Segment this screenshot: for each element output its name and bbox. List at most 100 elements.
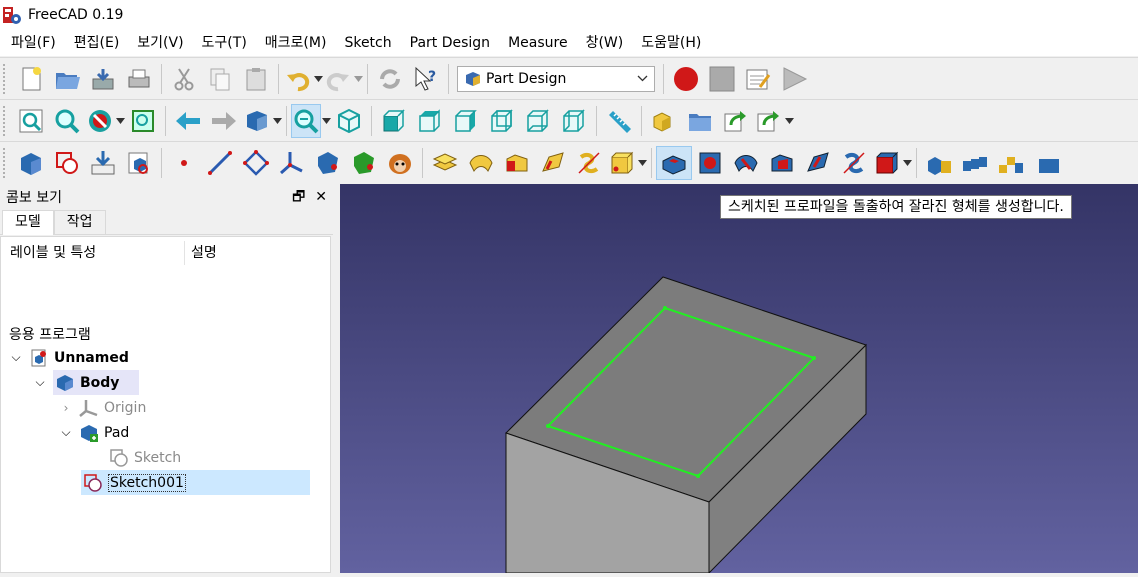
additive-primitive-dropdown[interactable] (637, 146, 647, 180)
open-button[interactable] (49, 62, 85, 96)
pad-button[interactable] (427, 146, 463, 180)
revolution-button[interactable] (463, 146, 499, 180)
chevron-down-icon[interactable]: ⌵ (9, 350, 23, 365)
subtractive-helix-button[interactable] (836, 146, 872, 180)
create-sketch-button[interactable] (49, 146, 85, 180)
zoom-dropdown[interactable] (321, 104, 331, 138)
float-panel-icon[interactable]: 🗗 (292, 188, 305, 206)
toolbar-grip[interactable] (3, 148, 9, 178)
menu-help[interactable]: 도움말(H) (632, 30, 710, 56)
measure-distance-button[interactable] (601, 104, 637, 138)
polar-pattern-button[interactable] (993, 146, 1029, 180)
tree-item-pad[interactable]: ⌵ Pad (59, 420, 129, 445)
additive-loft-button[interactable] (499, 146, 535, 180)
column-label-header[interactable]: 레이블 및 특성 (1, 240, 185, 265)
menu-edit[interactable]: 편집(E) (65, 30, 129, 56)
menu-macro[interactable]: 매크로(M) (256, 30, 336, 56)
menu-windows[interactable]: 창(W) (577, 30, 633, 56)
tree-item-body[interactable]: ⌵ Body (33, 370, 140, 395)
fit-selection-button[interactable] (49, 104, 85, 138)
create-part-button[interactable] (646, 104, 682, 138)
draw-style-button[interactable] (85, 104, 115, 138)
create-link-button[interactable] (718, 104, 754, 138)
subtractive-loft-button[interactable] (764, 146, 800, 180)
additive-pipe-button[interactable] (535, 146, 571, 180)
subtractive-primitive-button[interactable] (872, 146, 902, 180)
toolbar-grip[interactable] (3, 63, 9, 94)
clone-body-button[interactable] (382, 146, 418, 180)
menu-part-design[interactable]: Part Design (401, 30, 499, 56)
validate-sketch-button[interactable] (85, 146, 121, 180)
tab-tasks[interactable]: 작업 (53, 210, 106, 234)
tree-item-sketch001[interactable]: Sketch001 (81, 470, 310, 495)
subtractive-primitive-dropdown[interactable] (902, 146, 912, 180)
fit-all-button[interactable] (13, 104, 49, 138)
3d-viewport[interactable] (340, 184, 1138, 575)
tree-item-origin[interactable]: › Origin (59, 395, 146, 420)
redo-button[interactable] (323, 62, 353, 96)
std-views-dropdown[interactable] (272, 104, 282, 138)
save-button[interactable] (85, 62, 121, 96)
new-document-button[interactable] (13, 62, 49, 96)
linear-pattern-button[interactable] (957, 146, 993, 180)
menu-measure[interactable]: Measure (499, 30, 577, 56)
create-plane-button[interactable] (238, 146, 274, 180)
create-line-button[interactable] (202, 146, 238, 180)
subtractive-pipe-button[interactable] (800, 146, 836, 180)
back-button[interactable] (170, 104, 206, 138)
toolbar-grip[interactable] (3, 105, 9, 136)
close-icon[interactable]: ✕ (315, 188, 327, 206)
additive-helix-button[interactable] (571, 146, 607, 180)
sub-shape-binder-button[interactable] (346, 146, 382, 180)
copy-button[interactable] (202, 62, 238, 96)
whats-this-button[interactable]: ? (408, 62, 444, 96)
std-views-button[interactable] (242, 104, 272, 138)
stop-macro-button[interactable] (704, 62, 740, 96)
tree-item-unnamed[interactable]: ⌵ Unnamed (9, 345, 129, 370)
pocket-button[interactable] (656, 146, 692, 180)
menu-view[interactable]: 보기(V) (128, 30, 192, 56)
macros-button[interactable] (740, 62, 776, 96)
chevron-down-icon[interactable]: ⌵ (33, 375, 47, 390)
workbench-selector[interactable]: Part Design (457, 65, 655, 92)
link-actions-button[interactable] (754, 104, 784, 138)
menu-tools[interactable]: 도구(T) (193, 30, 256, 56)
forward-button[interactable] (206, 104, 242, 138)
cut-button[interactable] (166, 62, 202, 96)
tab-model[interactable]: 모델 (2, 210, 54, 235)
multi-transform-button[interactable] (1029, 146, 1065, 180)
view-bottom-button[interactable] (520, 104, 556, 138)
create-point-button[interactable] (166, 146, 202, 180)
redo-dropdown[interactable] (353, 62, 363, 96)
view-top-button[interactable] (412, 104, 448, 138)
link-actions-dropdown[interactable] (784, 104, 794, 138)
create-group-button[interactable] (682, 104, 718, 138)
mirrored-button[interactable] (921, 146, 957, 180)
create-lcs-button[interactable] (274, 146, 310, 180)
view-left-button[interactable] (556, 104, 592, 138)
view-rear-button[interactable] (484, 104, 520, 138)
view-front-button[interactable] (376, 104, 412, 138)
menu-file[interactable]: 파일(F) (2, 30, 65, 56)
hole-button[interactable] (692, 146, 728, 180)
undo-dropdown[interactable] (313, 62, 323, 96)
execute-macro-button[interactable] (776, 62, 812, 96)
additive-primitive-button[interactable] (607, 146, 637, 180)
chevron-down-icon[interactable]: ⌵ (59, 425, 73, 440)
chevron-right-icon[interactable]: › (59, 401, 73, 415)
view-isometric-button[interactable] (331, 104, 367, 138)
refresh-button[interactable] (372, 62, 408, 96)
draw-style-dropdown[interactable] (115, 104, 125, 138)
undo-button[interactable] (283, 62, 313, 96)
create-body-button[interactable] (13, 146, 49, 180)
record-macro-button[interactable] (668, 62, 704, 96)
clone-button[interactable] (121, 146, 157, 180)
menu-sketch[interactable]: Sketch (335, 30, 400, 56)
print-button[interactable] (121, 62, 157, 96)
column-description-header[interactable]: 설명 (185, 241, 217, 265)
shape-binder-button[interactable] (310, 146, 346, 180)
groove-button[interactable] (728, 146, 764, 180)
zoom-button[interactable] (291, 103, 321, 138)
paste-button[interactable] (238, 62, 274, 96)
view-right-button[interactable] (448, 104, 484, 138)
